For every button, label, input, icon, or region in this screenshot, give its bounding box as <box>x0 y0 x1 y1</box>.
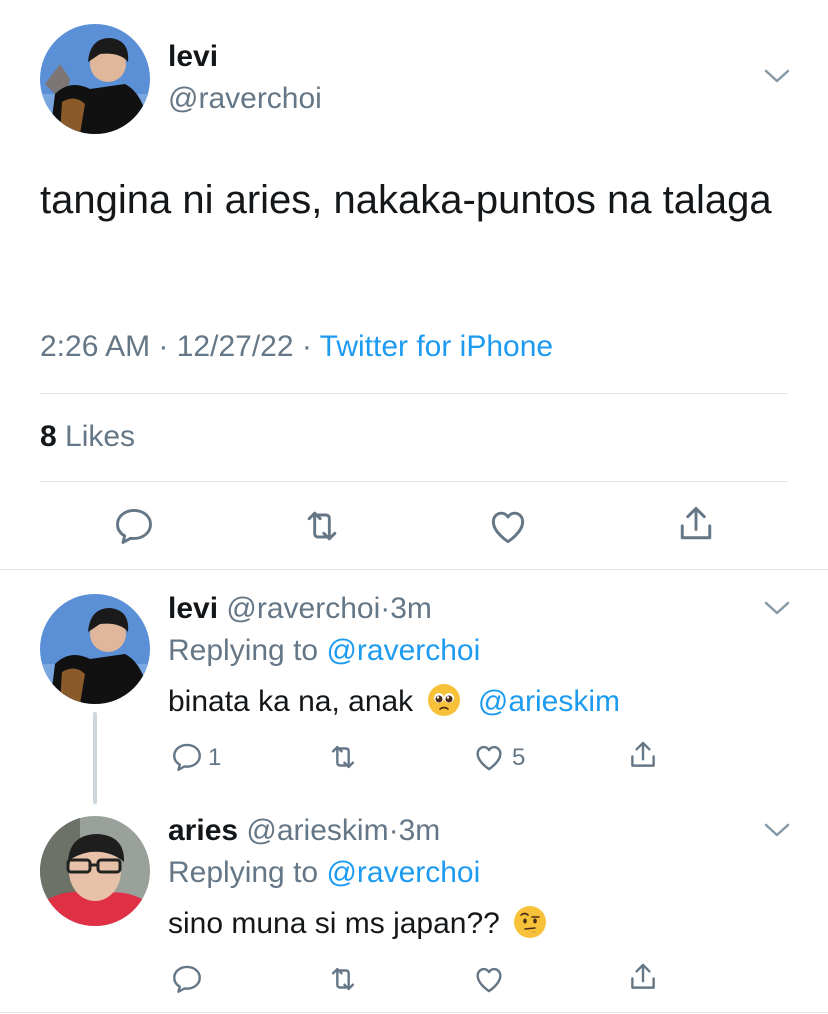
replying-to-link[interactable]: @raverchoi <box>326 634 480 667</box>
chevron-down-icon[interactable] <box>762 66 792 86</box>
replying-to-label: Replying to <box>168 634 327 667</box>
replying-to-label: Replying to <box>168 856 327 889</box>
meta-separator: · <box>388 814 399 847</box>
thread-line <box>93 712 97 804</box>
reply-icon[interactable] <box>112 504 156 548</box>
tweet-meta: 2:26 AM · 12/27/22 · Twitter for iPhone <box>40 330 553 364</box>
like-icon[interactable] <box>486 504 530 548</box>
retweet-icon[interactable] <box>300 504 344 548</box>
avatar-levi[interactable] <box>40 594 150 704</box>
avatar-levi[interactable] <box>40 24 150 134</box>
divider <box>0 1012 828 1013</box>
like-count: 5 <box>512 744 526 771</box>
replying-to: Replying to @raverchoi <box>168 634 480 668</box>
replying-to: Replying to @raverchoi <box>168 856 480 890</box>
reply-time: 3m <box>398 814 441 847</box>
reply-text: binata ka na, anak @arieskim <box>168 684 620 719</box>
tweet-time: 2:26 AM <box>40 330 151 363</box>
author-handle[interactable]: @raverchoi <box>168 82 322 116</box>
share-icon[interactable] <box>674 502 718 546</box>
tweet-text: tangina ni aries, nakaka-puntos na talag… <box>40 178 772 222</box>
reply-icon[interactable] <box>170 962 204 996</box>
likes-count: 8 <box>40 420 57 453</box>
reply-header: levi @raverchoi·3m <box>168 592 432 626</box>
like-icon[interactable] <box>472 740 506 774</box>
divider <box>40 481 788 482</box>
reply-count: 1 <box>208 744 222 771</box>
mention-link[interactable]: @arieskim <box>478 685 620 718</box>
chevron-down-icon[interactable] <box>762 598 792 618</box>
meta-separator: · <box>150 330 177 363</box>
retweet-icon[interactable] <box>326 740 360 774</box>
reply-text: sino muna si ms japan?? <box>168 906 547 941</box>
face-with-raised-eyebrow-emoji <box>514 906 547 938</box>
retweet-icon[interactable] <box>326 962 360 996</box>
reply-icon[interactable] <box>170 740 204 774</box>
like-icon[interactable] <box>472 962 506 996</box>
share-icon[interactable] <box>626 738 660 772</box>
avatar-aries[interactable] <box>40 816 150 926</box>
reply-author-name[interactable]: levi <box>168 592 218 625</box>
reply-author-handle[interactable]: @raverchoi <box>226 592 380 625</box>
tweet-source-link[interactable]: Twitter for iPhone <box>320 330 553 363</box>
meta-separator: · <box>380 592 391 625</box>
chevron-down-icon[interactable] <box>762 820 792 840</box>
reply-author-handle[interactable]: @arieskim <box>246 814 388 847</box>
replying-to-link[interactable]: @raverchoi <box>326 856 480 889</box>
reply-body: sino muna si ms japan?? <box>168 907 500 940</box>
reply-body: binata ka na, anak <box>168 685 414 718</box>
divider <box>0 569 828 570</box>
reply-header: aries @arieskim·3m <box>168 814 440 848</box>
divider <box>40 393 788 394</box>
meta-separator: · <box>293 330 320 363</box>
likes-stat[interactable]: 8 Likes <box>40 420 135 454</box>
reply-time: 3m <box>390 592 432 625</box>
likes-label: Likes <box>56 420 136 453</box>
author-name[interactable]: levi <box>168 40 218 74</box>
share-icon[interactable] <box>626 960 660 994</box>
pleading-face-emoji <box>427 684 460 716</box>
reply-author-name[interactable]: aries <box>168 814 238 847</box>
tweet-date: 12/27/22 <box>176 330 294 363</box>
